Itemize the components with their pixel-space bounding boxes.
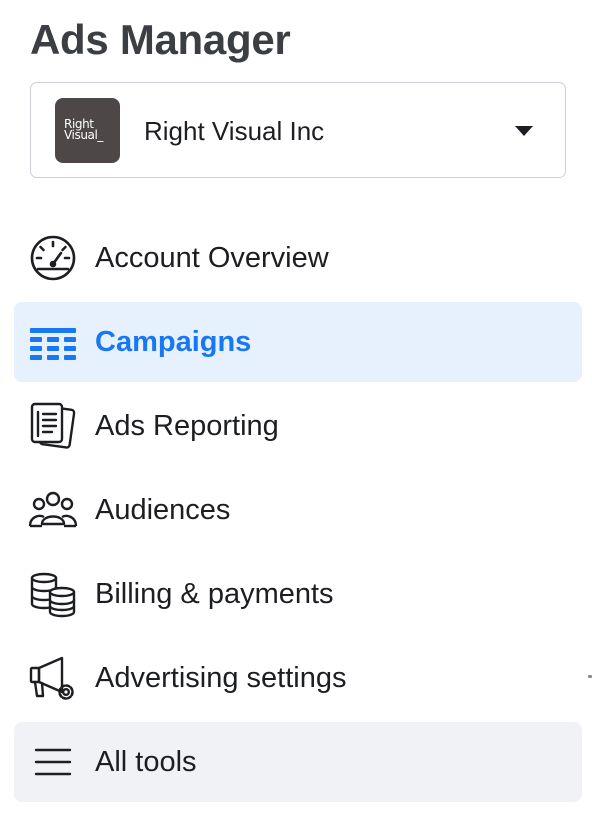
dropdown-caret-icon	[515, 126, 533, 136]
nav-item-label: Ads Reporting	[95, 410, 279, 442]
account-name: Right Visual Inc	[144, 116, 325, 146]
nav-item-campaigns[interactable]: Campaigns	[14, 302, 582, 382]
people-group-icon	[28, 486, 78, 534]
megaphone-gear-icon	[28, 654, 78, 702]
sidebar-nav: Account Overview Campaigns Ads Reporting…	[14, 218, 582, 806]
nav-item-label: Account Overview	[95, 242, 329, 274]
nav-item-account-overview[interactable]: Account Overview	[14, 218, 582, 298]
nav-item-label: Audiences	[95, 494, 231, 526]
nav-item-billing-payments[interactable]: Billing & payments	[14, 554, 582, 634]
nav-item-label: All tools	[95, 746, 197, 778]
nav-item-all-tools[interactable]: All tools	[14, 722, 582, 802]
nav-item-label: Advertising settings	[95, 662, 347, 694]
nav-item-label: Billing & payments	[95, 578, 334, 610]
account-avatar: Right Visual_	[55, 98, 120, 163]
nav-item-label: Campaigns	[95, 326, 252, 358]
coin-stack-icon	[28, 570, 78, 618]
nav-item-ads-reporting[interactable]: Ads Reporting	[14, 386, 582, 466]
account-selector[interactable]: Right Visual_ Right Visual Inc	[30, 82, 566, 178]
gauge-icon	[28, 234, 78, 282]
edge-marker	[588, 675, 592, 678]
hamburger-menu-icon	[28, 738, 78, 786]
nav-item-advertising-settings[interactable]: Advertising settings	[14, 638, 582, 718]
page-title: Ads Manager	[30, 16, 291, 63]
nav-item-audiences[interactable]: Audiences	[14, 470, 582, 550]
account-logo-line-2: Visual_	[64, 128, 104, 142]
campaigns-grid-icon	[28, 318, 78, 366]
report-pages-icon	[28, 402, 78, 450]
